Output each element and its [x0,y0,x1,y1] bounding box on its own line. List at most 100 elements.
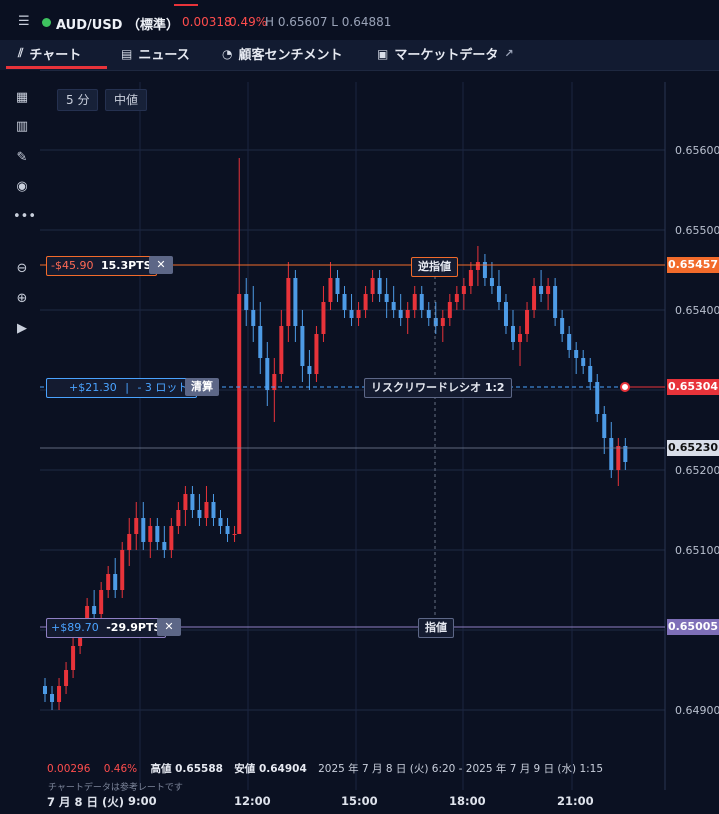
limit-order-box[interactable]: +$89.70 -29.9PTS [46,618,167,638]
candle-body [398,310,403,318]
candle-body [225,526,230,534]
candle-body [349,310,354,318]
candle-body [363,294,368,310]
candle-body [218,518,223,526]
candle-body [307,366,312,374]
candle-body [237,294,242,534]
candle-body [511,326,515,342]
x-axis-time: 9:00 [128,794,157,808]
tab-market-data[interactable]: ▣ マーケットデータ ↗ [377,44,514,64]
candlestick-icon: ⫽ [18,46,24,60]
position-lots: - 3 ロット [137,381,189,394]
candle-body [525,310,530,334]
candle-body [405,310,410,318]
pencil-icon[interactable]: ✎ [13,149,31,167]
candle-body [272,374,277,390]
external-link-icon: ↗ [504,47,514,60]
stop-order-box[interactable]: -$45.90 15.3PTS [46,256,157,276]
stop-order-label[interactable]: 逆指値 [411,257,458,277]
axis-tick: 0.64900 [675,704,719,717]
limit-close-button[interactable]: ✕ [157,618,181,636]
candle-body [553,286,558,318]
axis-tick: 0.65200 [675,464,719,477]
limit-pnl: +$89.70 [51,621,99,634]
candle-body [293,278,298,326]
candle-body [99,590,104,614]
footer-range: 2025 年 7 月 8 日 (火) 6:20 - 2025 年 7 月 9 日… [318,763,604,775]
candle-body [391,302,396,310]
candle-body [190,494,195,510]
last-price-marker [620,382,630,392]
tab-sentiment[interactable]: ◔ 顧客センチメント [222,44,343,64]
footer-high: 高値 0.65588 [150,763,223,775]
skip-forward-icon[interactable]: ▶ [13,320,31,338]
candle-body [279,326,284,374]
candle-body [265,358,270,390]
candle-body [113,574,118,590]
last-price-tag: 0.65304 [667,379,719,395]
candle-body [314,334,319,374]
candle-body [148,526,153,542]
candle-body [468,270,473,286]
candle-body [43,686,47,694]
zoom-in-icon[interactable]: ⊕ [13,290,31,308]
stop-pnl: -$45.90 [51,259,94,272]
active-tab-underline [6,66,107,69]
bar-chart-icon[interactable]: ▥ [13,118,31,136]
candle-body [447,302,452,318]
candle-body [377,278,382,294]
candle-body [384,294,389,302]
candle-body [169,526,174,550]
price-type-button[interactable]: 中値 [105,89,148,111]
x-axis-time: 15:00 [341,794,378,808]
candle-body [155,526,160,542]
candle-body [92,606,97,614]
tab-label: チャート [29,48,82,63]
footer-low: 安値 0.64904 [234,763,307,775]
candle-body [342,294,347,310]
risk-reward-label: リスクリワードレシオ 1:2 [364,378,512,398]
symbol-title[interactable]: AUD/USD （標準） [56,14,179,33]
interval-button[interactable]: 5 分 [57,89,99,111]
tab-news[interactable]: ▤ ニュース [121,44,190,64]
candle-body [244,294,249,310]
hamburger-icon[interactable]: ☰ [18,14,30,29]
candle-body [328,278,333,302]
candle-body [419,294,424,310]
limit-order-label[interactable]: 指値 [418,618,454,638]
sentiment-icon: ◔ [222,46,233,61]
stop-price-tag: 0.65457 [667,257,719,273]
more-icon[interactable]: ••• [13,208,36,226]
candle-body [475,262,480,270]
candle-body [609,438,614,470]
eye-icon[interactable]: ◉ [13,178,31,196]
x-axis-time: 21:00 [557,794,594,808]
candle-body [211,502,216,518]
candle-body [300,326,305,366]
calendar-icon[interactable]: ▦ [13,89,31,107]
footer-change: 0.00296 [47,763,91,775]
axis-tick: 0.65500 [675,224,719,237]
candle-body [588,366,593,382]
tab-chart[interactable]: ⫽ チャート [18,44,81,63]
candle-body [482,262,487,278]
candle-body [567,334,572,350]
candle-body [616,446,621,470]
candle-body [162,542,167,550]
candle-body [532,286,537,310]
order-lines [40,264,665,628]
candle-body [581,358,586,366]
footer-change-pct: 0.46% [103,763,138,775]
candle-body [176,510,181,526]
candle-body [232,534,237,535]
tab-label: マーケットデータ [394,48,499,63]
candle-body [120,550,125,590]
crosshair-price-tag: 0.65230 [667,440,719,456]
price-chart[interactable] [40,82,719,814]
stop-close-button[interactable]: ✕ [149,256,173,274]
candle-body [574,350,579,358]
tab-bar: ⫽ チャート ▤ ニュース ◔ 顧客センチメント ▣ マーケットデータ ↗ [0,40,719,71]
close-position-button[interactable]: 清算 [185,378,219,396]
zoom-out-icon[interactable]: ⊖ [13,260,31,278]
position-box[interactable]: +$21.30 | - 3 ロット [46,378,198,398]
